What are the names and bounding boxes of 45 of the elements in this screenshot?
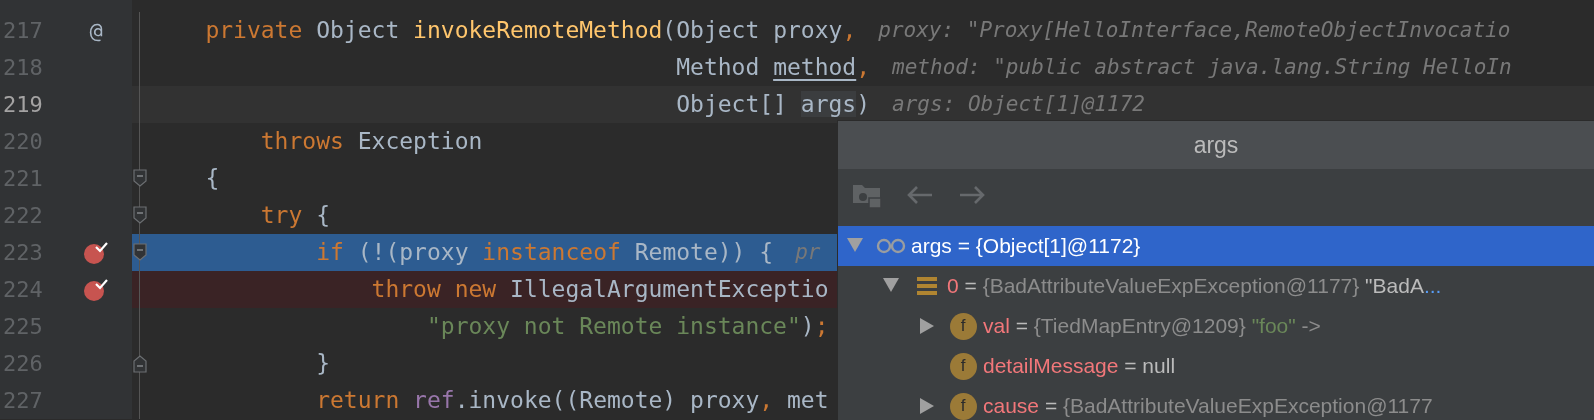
- inlay-hint: pr: [795, 238, 821, 266]
- expand-arrow-icon[interactable]: [920, 398, 934, 414]
- collapse-arrow-icon[interactable]: [883, 278, 899, 292]
- inlay-hint: proxy: "Proxy[HelloInterface,RemoteObjectInvocatio: [878, 16, 1511, 44]
- variable-label: detailMessage = null: [983, 353, 1176, 380]
- code-line: Object[] args): [675, 90, 871, 120]
- breakpoint-icon[interactable]: [83, 240, 109, 265]
- field-badge: f: [949, 312, 977, 340]
- variable-label: cause = {BadAttributeValueExpException@1177: [983, 393, 1433, 420]
- field-badge: f: [949, 392, 977, 420]
- code-line: Method method,: [675, 53, 871, 83]
- fold-end-marker-icon[interactable]: [133, 355, 147, 373]
- variable-label: 0 = {BadAttributeValueExpException@1177} "BadA...: [947, 273, 1442, 300]
- variable-label: args = {Object[1]@1172}: [911, 233, 1141, 260]
- expand-arrow-icon[interactable]: [920, 318, 934, 334]
- tree-row[interactable]: f detailMessage = null: [838, 346, 1594, 386]
- tree-row[interactable]: args = {Object[1]@1172}: [838, 226, 1594, 266]
- tree-row[interactable]: 0 = {BadAttributeValueExpException@1177} "BadA...: [838, 266, 1594, 306]
- tree-row[interactable]: f val = {TiedMapEntry@1209} "foo" ->: [838, 306, 1594, 346]
- code-line: "proxy not Remote instance");: [425, 312, 829, 342]
- line-number: 219: [2, 91, 44, 119]
- tree-row[interactable]: f cause = {BadAttributeValueExpException@1177: [838, 386, 1594, 420]
- code-line: }: [315, 349, 330, 379]
- gutter-marker[interactable]: @: [89, 14, 103, 47]
- fold-marker-icon[interactable]: [133, 206, 147, 224]
- code-line: try {: [259, 201, 331, 231]
- inlay-hint: method: "public abstract java.lang.String HelloIn: [892, 53, 1512, 81]
- popup-title: args: [1193, 130, 1239, 160]
- code-line: private Object invokeRemoteMethod(Object proxy,: [204, 16, 857, 46]
- breakpoint-icon[interactable]: [83, 277, 109, 302]
- inlay-hint: args: Object[1]@1172: [892, 90, 1145, 118]
- array-icon: [916, 276, 938, 296]
- fold-marker-icon[interactable]: [133, 243, 147, 261]
- code-line: return ref.invoke((Remote) proxy, met: [315, 386, 829, 416]
- code-line: throw new IllegalArgumentExceptio: [370, 275, 829, 305]
- variable-label: val = {TiedMapEntry@1209} "foo" ->: [983, 313, 1321, 340]
- field-badge: f: [949, 352, 977, 380]
- code-line: {: [204, 164, 220, 194]
- forward-arrow-icon[interactable]: [958, 185, 986, 205]
- fold-marker-icon[interactable]: [133, 169, 147, 187]
- code-line: if (!(proxy instanceof Remote)) {: [315, 238, 774, 268]
- glasses-icon: [876, 238, 906, 254]
- collapse-arrow-icon[interactable]: [847, 238, 863, 252]
- code-line: throws Exception: [259, 127, 483, 157]
- back-arrow-icon[interactable]: [906, 185, 934, 205]
